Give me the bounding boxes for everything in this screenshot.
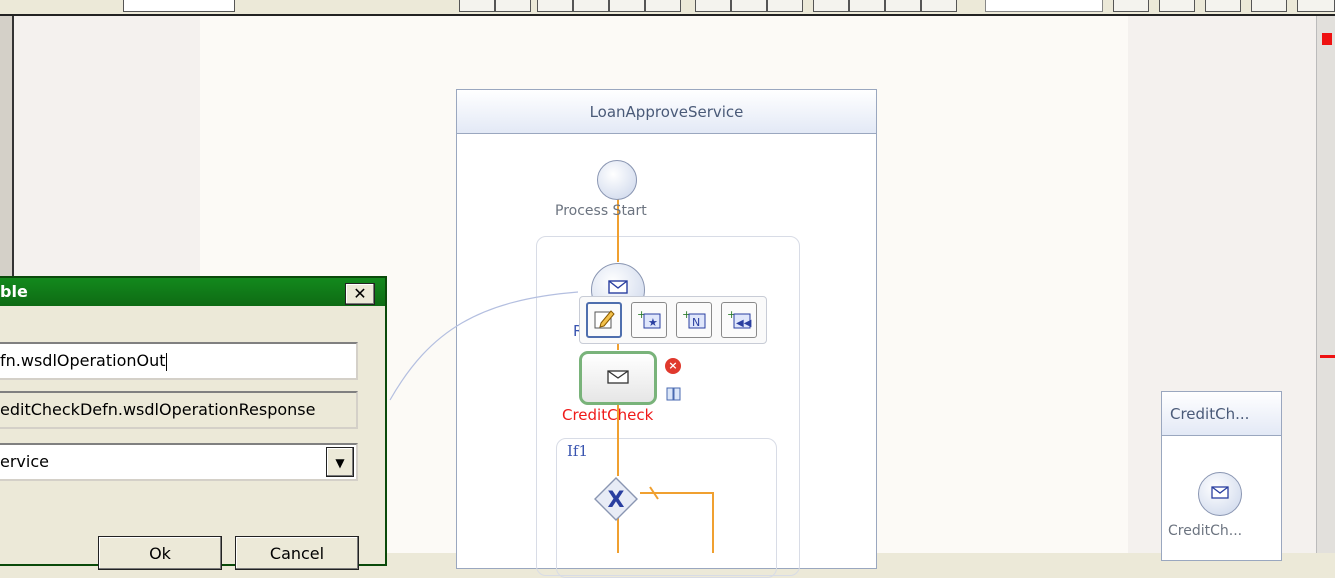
envelope-icon bbox=[607, 369, 629, 387]
edit-icon bbox=[593, 308, 615, 333]
partner-node[interactable] bbox=[1198, 472, 1242, 516]
add-compensation-button[interactable]: + ◀◀ bbox=[721, 302, 757, 338]
scope-dropdown[interactable]: ervice ▼ bbox=[0, 443, 358, 481]
add-star-icon: + ★ bbox=[636, 308, 662, 333]
svg-text:◀◀: ◀◀ bbox=[736, 318, 752, 329]
book-icon[interactable] bbox=[666, 387, 682, 401]
add-rewind-icon: + ◀◀ bbox=[726, 308, 752, 333]
name-field[interactable]: fn.wsdlOperationOut bbox=[0, 342, 358, 380]
add-n-icon: + N bbox=[681, 308, 707, 333]
sequence-flow bbox=[640, 492, 714, 553]
start-event[interactable] bbox=[597, 160, 637, 200]
edit-button[interactable] bbox=[586, 302, 622, 338]
envelope-icon bbox=[608, 280, 628, 297]
gateway-glyph: X bbox=[608, 488, 625, 513]
creditcheck-task[interactable] bbox=[579, 351, 657, 405]
cancel-button[interactable]: Cancel bbox=[235, 536, 359, 570]
message-link bbox=[389, 291, 579, 401]
ok-button[interactable]: Ok bbox=[98, 536, 222, 570]
partner-pool-title: CreditCh... bbox=[1162, 392, 1281, 436]
svg-text:★: ★ bbox=[648, 316, 658, 329]
variable-dialog: ble ✕ fn.wsdlOperationOut editCheckDefn.… bbox=[0, 276, 387, 570]
envelope-icon bbox=[1211, 486, 1229, 502]
scope-dropdown-value: ervice bbox=[0, 452, 49, 471]
if-label: If1 bbox=[567, 442, 589, 460]
partner-pool[interactable]: CreditCh... CreditCh... bbox=[1161, 391, 1282, 561]
close-icon[interactable]: ✕ bbox=[345, 283, 375, 305]
svg-text:N: N bbox=[692, 316, 700, 329]
type-field[interactable]: editCheckDefn.wsdlOperationResponse bbox=[0, 391, 358, 429]
error-icon[interactable]: × bbox=[665, 358, 681, 374]
exclusive-gateway[interactable]: X bbox=[594, 477, 638, 521]
add-flow-button[interactable]: + N bbox=[676, 302, 712, 338]
name-field-value: fn.wsdlOperationOut bbox=[0, 351, 166, 370]
dropdown-arrow-icon[interactable]: ▼ bbox=[326, 447, 354, 477]
start-event-label: Process Start bbox=[555, 203, 647, 219]
text-cursor bbox=[165, 352, 167, 371]
partner-node-label: CreditCh... bbox=[1168, 523, 1243, 539]
quick-action-bar: + ★ + N + ◀◀ bbox=[579, 296, 767, 344]
dialog-title: ble bbox=[0, 278, 385, 306]
add-activity-button[interactable]: + ★ bbox=[631, 302, 667, 338]
task-label: CreditCheck bbox=[562, 406, 654, 424]
